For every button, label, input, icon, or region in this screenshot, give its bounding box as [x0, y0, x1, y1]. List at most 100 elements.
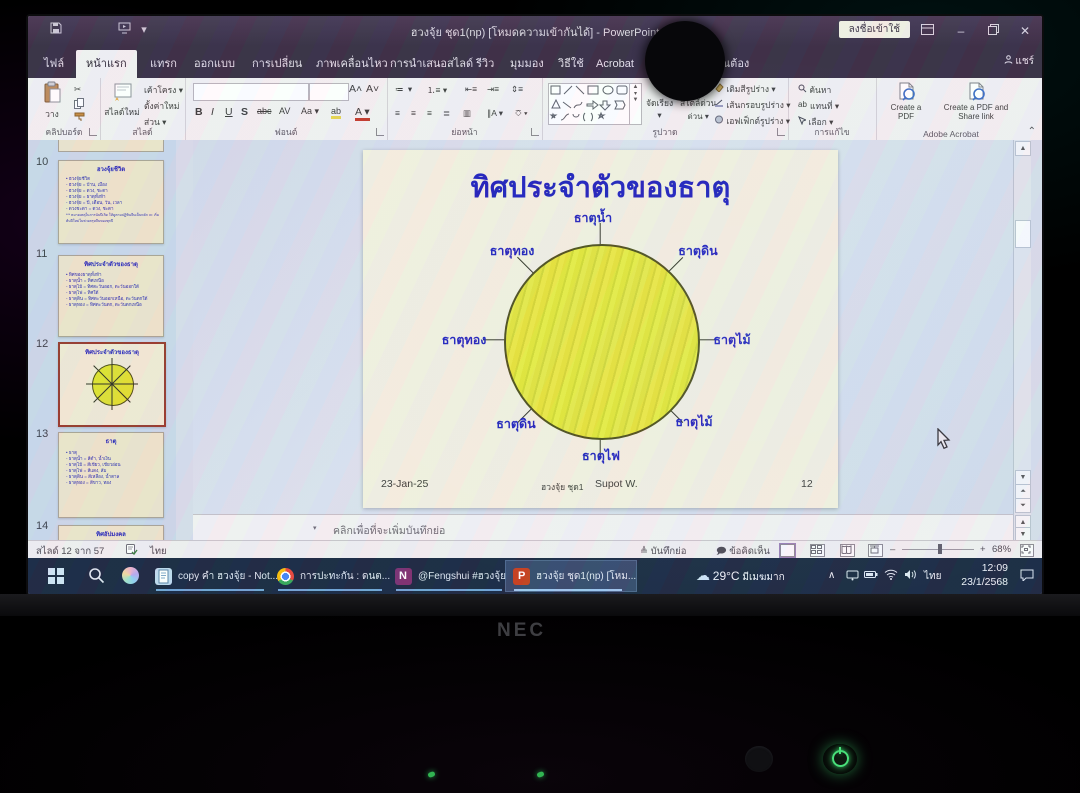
grow-font-icon[interactable]: A˄: [349, 83, 362, 95]
character-spacing-button[interactable]: AV: [279, 106, 290, 116]
font-color-button[interactable]: A ▾: [355, 106, 370, 121]
shrink-font-icon[interactable]: A˅: [366, 83, 379, 95]
replace-label[interactable]: แทนที่ ▾: [810, 99, 839, 113]
restore-button[interactable]: [976, 16, 1010, 46]
tray-volume-icon[interactable]: [904, 569, 917, 594]
tray-language[interactable]: ไทย: [924, 569, 941, 594]
element-wheel-diagram[interactable]: ธาตุน้ำ ธาตุดิน ธาตุไม้ ธาตุไม้ ธาตุไฟ ธ…: [470, 208, 730, 472]
font-size-input[interactable]: [309, 83, 349, 101]
reset-button[interactable]: ตั้งค่าใหม่: [144, 99, 180, 113]
create-share-pdf-button[interactable]: Create a PDF and Share link: [938, 81, 1014, 121]
previous-slide-icon[interactable]: ⏶: [1015, 484, 1031, 499]
thumbnail-slide-10[interactable]: ฮวงจุ้ยชีวิต • ฮวงจุ้ยชีวิต - ฮวงจุ้ย = …: [58, 160, 164, 244]
tab-acrobat[interactable]: Acrobat: [586, 50, 644, 78]
thumbnail-slide-11[interactable]: ทิศประจำตัวของธาตุ • ทิศของธาตุทั้งห้า -…: [58, 255, 164, 337]
thumbnail-partial-top[interactable]: [58, 140, 164, 152]
minimize-button[interactable]: –: [944, 16, 978, 46]
zoom-out-button[interactable]: –: [890, 544, 895, 555]
scroll-up-icon[interactable]: ▲: [1015, 141, 1031, 156]
status-language[interactable]: ไทย: [150, 544, 167, 559]
format-painter-icon[interactable]: [74, 112, 85, 124]
thumbnail-slide-14-partial[interactable]: ทิศอัปมงคล: [58, 525, 164, 540]
smartart-icon[interactable]: ⎏ ▾: [515, 108, 528, 119]
collapse-ribbon-icon[interactable]: ⌃: [1028, 126, 1036, 137]
text-direction-icon[interactable]: ∥A ▾: [487, 108, 503, 119]
tab-view[interactable]: มุมมอง: [500, 50, 554, 78]
copy-icon[interactable]: [74, 98, 84, 111]
taskbar-search-icon[interactable]: [88, 567, 105, 589]
change-case-button[interactable]: Aa ▾: [301, 106, 319, 117]
notes-scrollbar[interactable]: ▲ ▼: [1013, 514, 1031, 540]
align-right-icon[interactable]: ≡: [427, 108, 432, 118]
slide-title[interactable]: ทิศประจำตัวของธาตุ: [363, 164, 838, 210]
arrange-button[interactable]: จัดเรียง▾: [646, 96, 673, 121]
fit-to-window-icon[interactable]: [1020, 544, 1034, 557]
italic-button[interactable]: I: [211, 106, 214, 118]
start-button-icon[interactable]: [48, 568, 64, 584]
spellcheck-icon[interactable]: [126, 544, 138, 558]
increase-indent-icon[interactable]: ⇥≡: [487, 84, 499, 95]
tray-battery-icon[interactable]: [864, 570, 878, 594]
zoom-in-button[interactable]: +: [980, 544, 986, 555]
underline-button[interactable]: U: [225, 106, 233, 118]
slideshow-view-icon[interactable]: [868, 544, 883, 557]
columns-icon[interactable]: ▥: [463, 108, 471, 119]
notification-center-icon[interactable]: [1020, 569, 1034, 594]
decrease-indent-icon[interactable]: ⇤≡: [465, 84, 477, 95]
thumbnail-slide-13[interactable]: ธาตุ • ธาตุ - ธาตุน้ำ = สีดำ, น้ำเงิน - …: [58, 432, 164, 518]
zoom-slider-handle[interactable]: [938, 544, 942, 554]
font-name-input[interactable]: [193, 83, 309, 101]
shape-outline-button[interactable]: เส้นกรอบรูปร่าง ▾: [714, 98, 791, 112]
tab-insert[interactable]: แทรก: [140, 50, 187, 78]
create-pdf-button[interactable]: Create a PDF: [884, 81, 928, 121]
shapes-gallery[interactable]: ▲▾▼: [548, 83, 642, 125]
drawing-dialog-launcher-icon[interactable]: [777, 128, 785, 136]
tray-clock[interactable]: 12:09 23/1/2568: [950, 561, 1008, 594]
taskbar-app-notepad[interactable]: copy คำ ฮวงจุ้ย - Not...: [148, 561, 278, 591]
normal-view-icon[interactable]: [780, 544, 795, 557]
editor-scrollbar[interactable]: ▲ ▼ ⏶ ⏷: [1013, 140, 1031, 514]
shapes-scroll[interactable]: ▲▾▼: [629, 84, 641, 124]
notes-placeholder[interactable]: คลิกเพื่อที่จะเพิ่มบันทึกย่อ: [333, 522, 445, 539]
notes-toggle[interactable]: ≜ บันทึกย่อ: [640, 544, 686, 559]
laptop-button[interactable]: [745, 746, 773, 772]
tab-design[interactable]: ออกแบบ: [184, 50, 245, 78]
thumbnail-slide-12-selected[interactable]: ทิศประจำตัวของธาตุ: [58, 342, 166, 427]
tray-chevron-icon[interactable]: ∧: [828, 570, 835, 594]
highlight-color-button[interactable]: ab: [331, 106, 341, 119]
power-button[interactable]: [823, 744, 857, 774]
notes-pane[interactable]: ▾ คลิกเพื่อที่จะเพิ่มบันทึกย่อ: [193, 514, 1013, 541]
zoom-level[interactable]: 68%: [992, 544, 1011, 555]
scroll-down-icon[interactable]: ▼: [1015, 470, 1031, 485]
weather-widget[interactable]: ☁ 29°C มีเมฆมาก: [696, 567, 785, 594]
bold-button[interactable]: B: [195, 106, 203, 118]
tab-review[interactable]: รีวิว: [466, 50, 504, 78]
close-button[interactable]: ✕: [1008, 16, 1042, 46]
slide-sorter-view-icon[interactable]: [810, 544, 825, 557]
font-dialog-launcher-icon[interactable]: [376, 128, 384, 136]
replace-button[interactable]: ab: [798, 99, 807, 109]
align-center-icon[interactable]: ≡: [411, 108, 416, 118]
find-button[interactable]: ค้นหา: [798, 83, 831, 97]
text-shadow-button[interactable]: S: [241, 106, 248, 118]
slide-canvas[interactable]: ทิศประจำตัวของธาตุ ธาตุน้ำ ธาตุดิน ธาตุไ…: [363, 150, 838, 508]
sign-in-button[interactable]: ลงชื่อเข้าใช้: [839, 21, 910, 38]
strikethrough-button[interactable]: abc: [257, 106, 272, 116]
tray-display-icon[interactable]: [846, 569, 859, 594]
paste-button[interactable]: วาง: [32, 81, 72, 121]
slide-counter[interactable]: สไลด์ 12 จาก 57: [36, 544, 104, 559]
new-slide-button[interactable]: สไลด์ใหม่: [102, 81, 142, 119]
tab-transitions[interactable]: การเปลี่ยน: [242, 50, 312, 78]
tab-file[interactable]: ไฟล์: [34, 50, 74, 78]
shape-fill-button[interactable]: เติมสีรูปร่าง ▾: [714, 82, 776, 96]
line-spacing-icon[interactable]: ⇕≡: [511, 84, 523, 95]
ribbon-display-options-icon[interactable]: [910, 16, 944, 46]
share-button[interactable]: แชร์: [1004, 54, 1034, 69]
layout-button[interactable]: เค้าโครง ▾: [144, 83, 183, 97]
tab-home[interactable]: หน้าแรก: [76, 50, 137, 78]
clipboard-dialog-launcher-icon[interactable]: [89, 128, 97, 136]
taskbar-app-chrome[interactable]: การปะทะกัน : ดนต...: [270, 561, 396, 591]
taskbar-app-onenote[interactable]: N @Fengshui #ฮวงจุ้ย: [388, 561, 516, 591]
reading-view-icon[interactable]: [840, 544, 855, 557]
paragraph-dialog-launcher-icon[interactable]: [531, 128, 539, 136]
